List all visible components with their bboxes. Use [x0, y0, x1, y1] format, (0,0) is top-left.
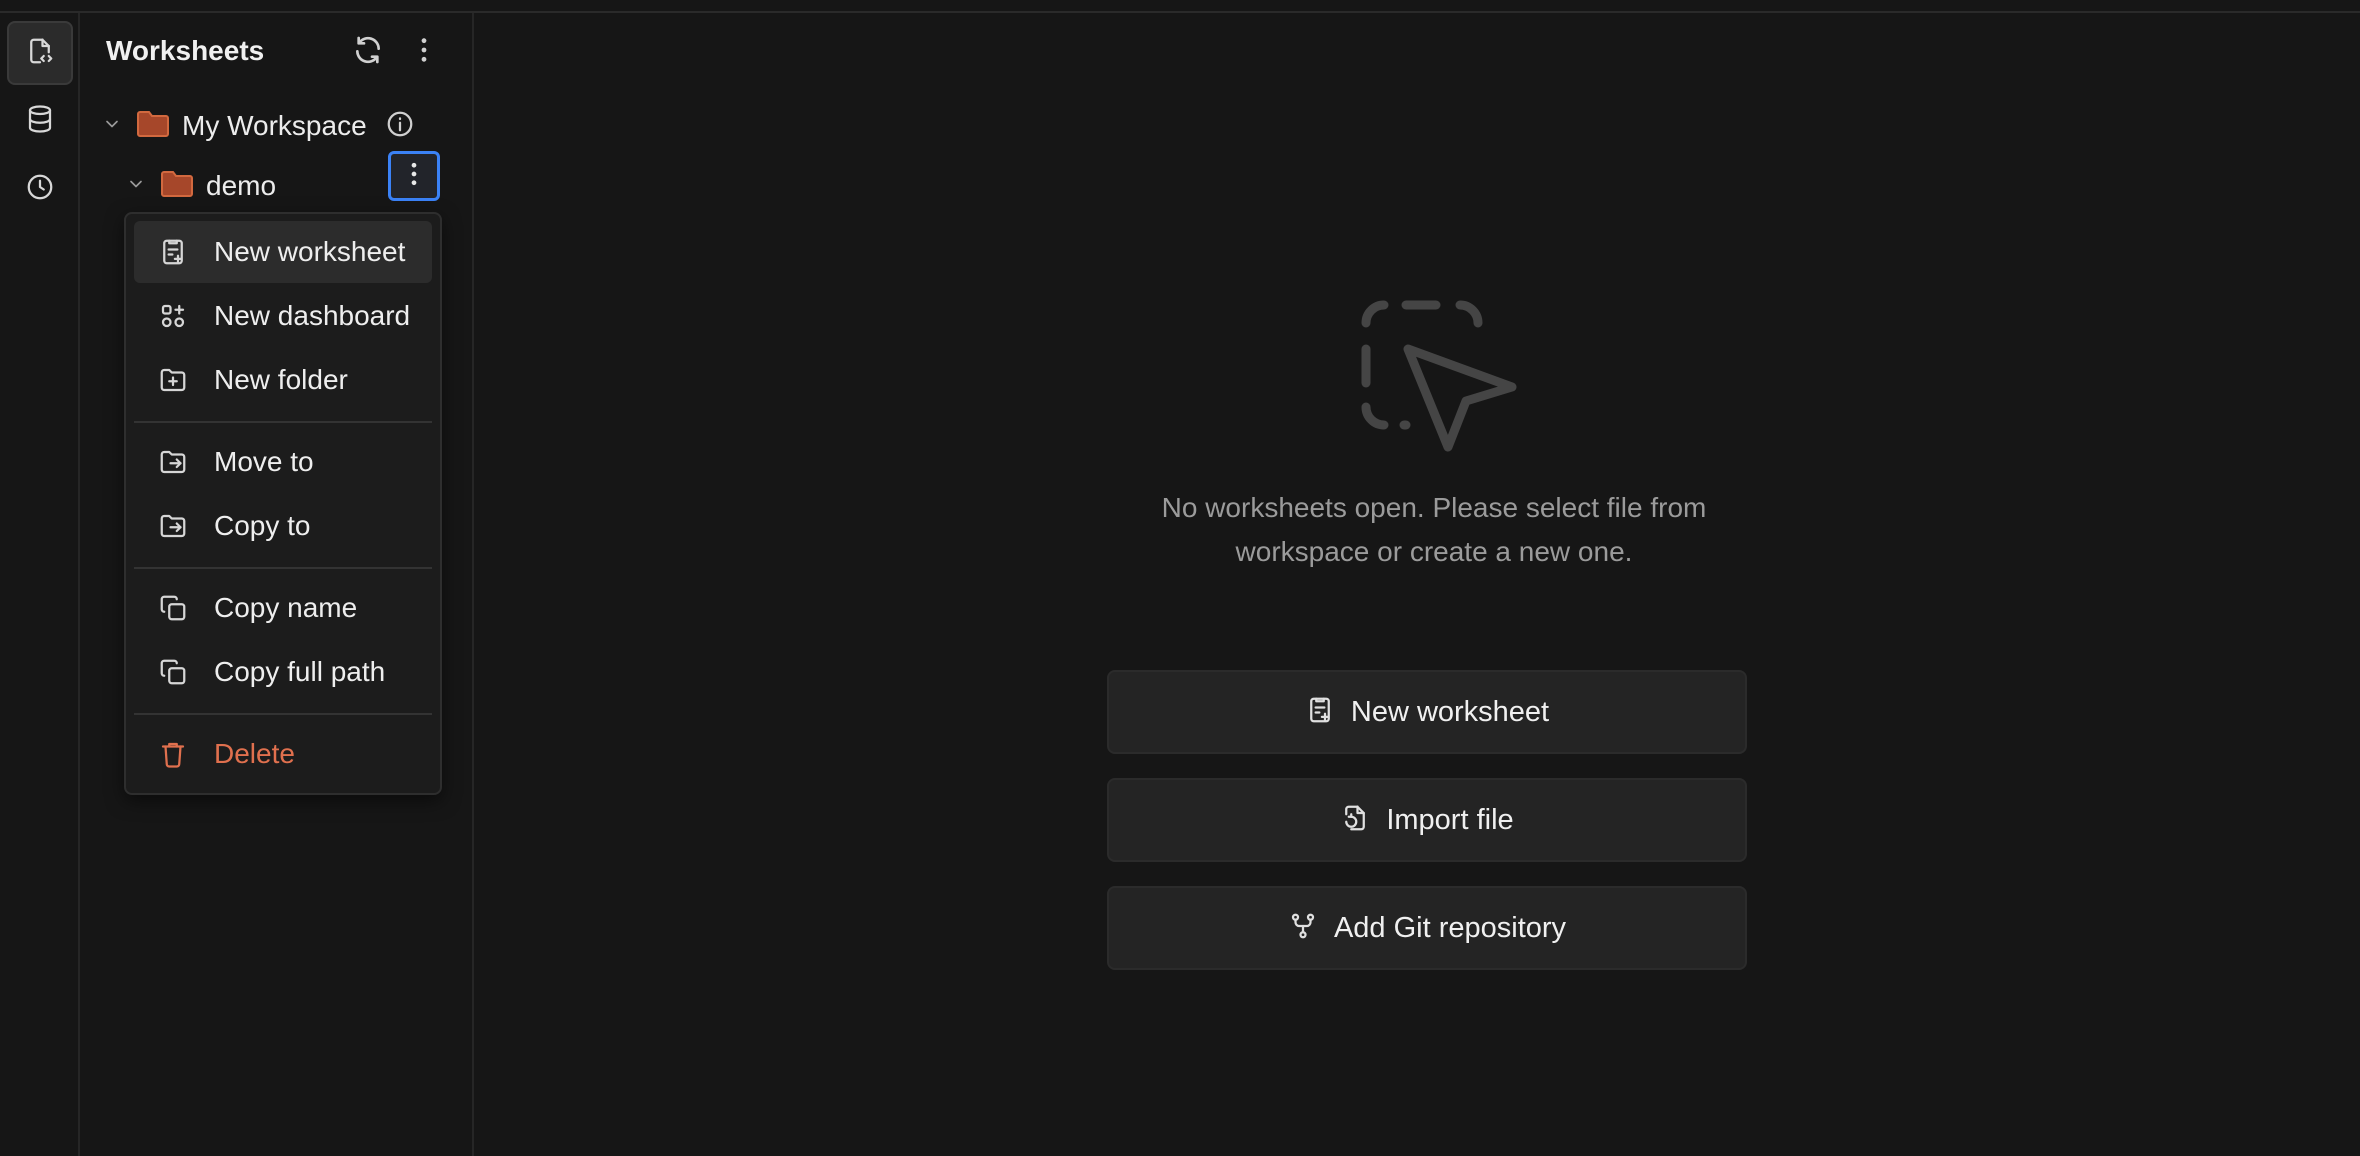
- chevron-down-icon[interactable]: [126, 174, 146, 199]
- new-worksheet-icon: [158, 237, 188, 267]
- activity-history-button[interactable]: [7, 157, 73, 221]
- menu-item-label: Copy full path: [214, 656, 386, 687]
- sidebar-more-button[interactable]: [402, 30, 446, 74]
- tree-item-demo[interactable]: demo: [126, 161, 276, 211]
- button-label: Import file: [1386, 803, 1514, 836]
- folder-icon: [136, 109, 170, 144]
- menu-item-label: Delete: [214, 738, 295, 769]
- menu-item-move-to[interactable]: Move to: [134, 431, 432, 493]
- empty-message-line: workspace or create a new one.: [1235, 536, 1633, 567]
- activity-worksheets-button[interactable]: [7, 21, 73, 85]
- select-cursor-icon: [1344, 283, 1534, 473]
- more-vertical-icon: [408, 34, 440, 71]
- tree-item-label: demo: [206, 170, 277, 201]
- menu-item-label: Copy name: [214, 592, 358, 623]
- menu-item-label: New worksheet: [214, 236, 406, 267]
- folder-icon: [160, 169, 194, 204]
- button-label: Add Git repository: [1333, 911, 1567, 944]
- activity-bar: [0, 13, 80, 1156]
- worksheet-icon: [25, 36, 55, 71]
- button-label: New worksheet: [1350, 695, 1550, 728]
- menu-item-new-folder[interactable]: New folder: [134, 349, 432, 411]
- empty-message: No worksheets open. Please select file f…: [1094, 486, 1774, 574]
- demo-more-button[interactable]: [388, 151, 440, 201]
- history-icon: [25, 172, 55, 207]
- activity-database-button[interactable]: [7, 89, 73, 153]
- new-folder-icon: [158, 365, 188, 395]
- info-icon[interactable]: [385, 109, 415, 144]
- import-file-icon: [1340, 803, 1370, 838]
- menu-item-delete[interactable]: Delete: [134, 723, 432, 785]
- new-worksheet-button[interactable]: New worksheet: [1107, 670, 1747, 754]
- import-file-button[interactable]: Import file: [1107, 778, 1747, 862]
- copy-icon: [158, 593, 188, 623]
- menu-item-label: New folder: [214, 364, 348, 395]
- folder-context-menu: New worksheet New dashboard New folder M…: [124, 212, 442, 795]
- menu-item-new-dashboard[interactable]: New dashboard: [134, 285, 432, 347]
- menu-divider: [134, 567, 432, 569]
- menu-item-label: New dashboard: [214, 300, 411, 331]
- chevron-down-icon[interactable]: [102, 114, 122, 139]
- tree-item-label: My Workspace: [182, 110, 367, 141]
- sidebar-title: Worksheets: [106, 35, 265, 66]
- copy-icon: [158, 657, 188, 687]
- menu-item-copy-full-path[interactable]: Copy full path: [134, 641, 432, 703]
- git-branch-icon: [1288, 911, 1318, 946]
- new-dashboard-icon: [158, 301, 188, 331]
- add-git-repository-button[interactable]: Add Git repository: [1107, 886, 1747, 970]
- trash-icon: [158, 739, 188, 769]
- database-icon: [25, 104, 55, 139]
- menu-divider: [134, 713, 432, 715]
- copy-to-icon: [158, 511, 188, 541]
- empty-message-line: No worksheets open. Please select file f…: [1161, 492, 1707, 523]
- menu-item-new-worksheet[interactable]: New worksheet: [134, 221, 432, 283]
- menu-item-label: Copy to: [214, 510, 311, 541]
- new-worksheet-icon: [1305, 695, 1335, 730]
- more-vertical-icon: [399, 159, 429, 194]
- window-top-bar: [0, 0, 2360, 13]
- refresh-button[interactable]: [346, 30, 390, 74]
- menu-divider: [134, 421, 432, 423]
- refresh-icon: [352, 34, 384, 71]
- move-to-icon: [158, 447, 188, 477]
- menu-item-copy-to[interactable]: Copy to: [134, 495, 432, 557]
- menu-item-label: Move to: [214, 446, 314, 477]
- tree-item-my-workspace[interactable]: My Workspace: [102, 101, 415, 151]
- main-empty-state: No worksheets open. Please select file f…: [474, 13, 2360, 1156]
- menu-item-copy-name[interactable]: Copy name: [134, 577, 432, 639]
